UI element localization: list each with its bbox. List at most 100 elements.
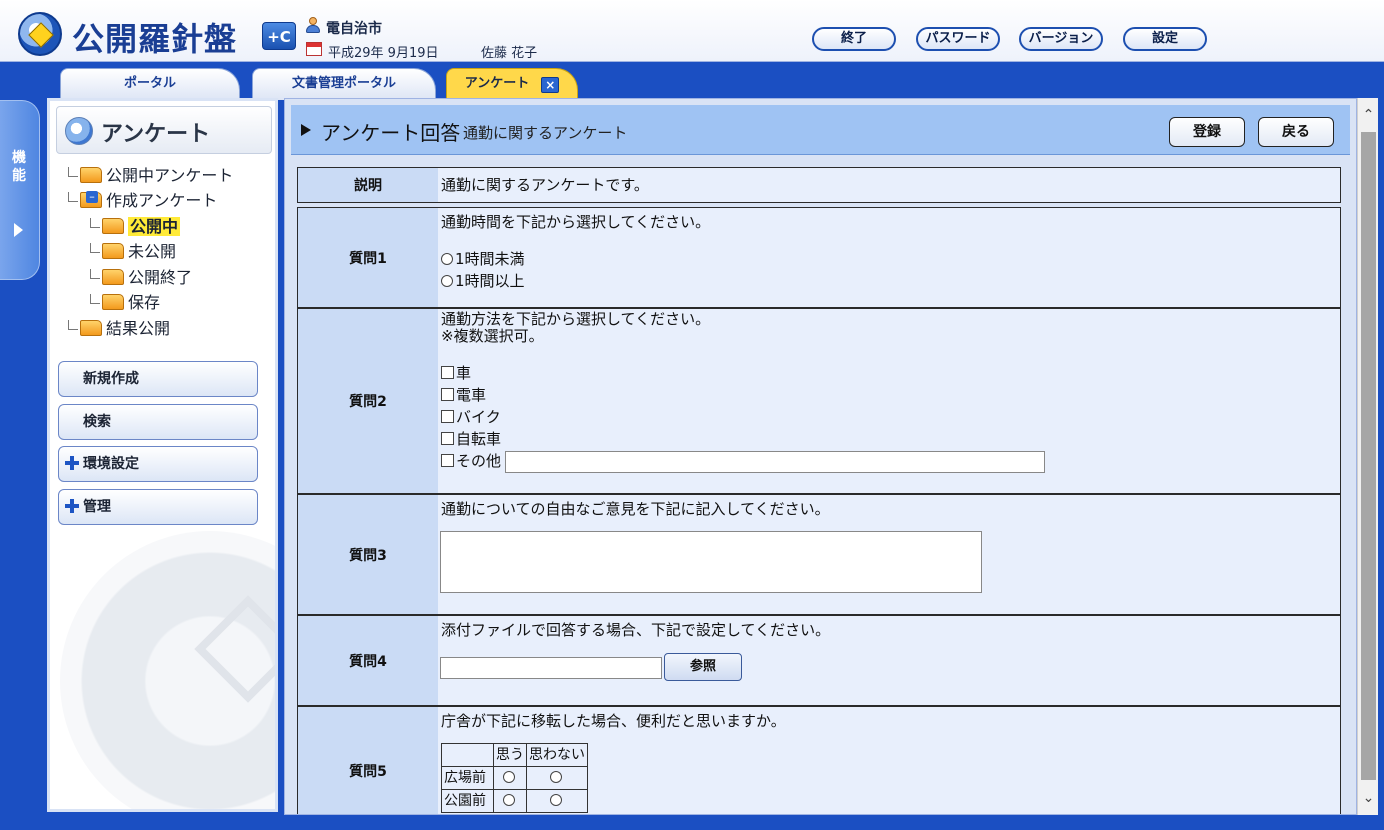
main-content: アンケート回答 通勤に関するアンケート 登録 戻る 説明 通勤に関するアンケート…: [284, 98, 1357, 815]
plus-icon: [65, 456, 79, 470]
tree-item-created-public[interactable]: 公開中: [90, 216, 181, 238]
question-5-row: 質問5 庁舎が下記に移転した場合、便利だと思いますか。 思う 思わない 広場前: [297, 706, 1341, 814]
compass-logo-icon: [18, 12, 62, 56]
triangle-right-icon: [301, 124, 311, 136]
radio-icon[interactable]: [441, 253, 453, 265]
q2-option-bike[interactable]: バイク: [441, 406, 1338, 428]
tab-portal[interactable]: ポータル: [60, 68, 240, 100]
q2-other-input[interactable]: [505, 451, 1045, 473]
q4-file-input[interactable]: [440, 657, 662, 679]
radio-icon[interactable]: [503, 794, 515, 806]
radio-icon[interactable]: [550, 771, 562, 783]
row-label: 質問5: [298, 707, 438, 814]
tree-item-ended[interactable]: 公開終了: [90, 267, 192, 289]
expand-arrow-icon: [14, 223, 23, 237]
q1-option-1[interactable]: 1時間未満: [441, 248, 1338, 270]
row-label: 質問3: [298, 495, 438, 614]
user-name: 佐藤 花子: [481, 46, 538, 61]
close-icon[interactable]: ×: [541, 77, 560, 93]
tab-bar: ポータル 文書管理ポータル アンケート ×: [0, 62, 1384, 100]
folder-icon: [102, 218, 124, 234]
radio-icon[interactable]: [503, 771, 515, 783]
checkbox-icon[interactable]: [441, 410, 454, 423]
sidebar-title: アンケート: [101, 122, 211, 147]
radio-icon[interactable]: [550, 794, 562, 806]
content-header: アンケート回答 通勤に関するアンケート 登録 戻る: [291, 105, 1350, 155]
q5-matrix-table: 思う 思わない 広場前 公園前: [441, 743, 588, 813]
q1-option-2[interactable]: 1時間以上: [441, 270, 1338, 292]
tree-item-results-public[interactable]: 結果公開: [68, 318, 170, 340]
logo-badge: +C: [262, 22, 296, 50]
row-header: 公園前: [441, 789, 494, 813]
question-text: 通勤についての自由なご意見を下記に記入してください。: [441, 500, 830, 518]
back-button[interactable]: 戻る: [1258, 117, 1334, 147]
tab-label: ポータル: [123, 76, 176, 91]
col-header: 思う: [493, 743, 527, 767]
q3-comment-textarea[interactable]: [440, 531, 982, 593]
tab-label: 文書管理ポータル: [291, 76, 396, 91]
question-4-row: 質問4 添付ファイルで回答する場合、下記で設定してください。 参照: [297, 615, 1341, 706]
page-title: アンケート回答: [321, 121, 461, 145]
compass-watermark: [60, 531, 275, 809]
checkbox-icon[interactable]: [441, 388, 454, 401]
description-text: 通勤に関するアンケートです。: [441, 176, 649, 194]
version-button[interactable]: バージョン: [1019, 27, 1103, 51]
folder-icon: [80, 320, 102, 336]
row-header: 広場前: [441, 766, 494, 790]
scroll-thumb[interactable]: [1361, 132, 1376, 780]
scroll-down-icon[interactable]: ⌄: [1358, 781, 1379, 815]
question-note: ※複数選択可。: [441, 327, 544, 345]
radio-icon[interactable]: [441, 275, 453, 287]
app-logo-text: 公開羅針盤: [72, 20, 238, 58]
page-subtitle: 通勤に関するアンケート: [463, 124, 628, 142]
register-button[interactable]: 登録: [1169, 117, 1245, 147]
org-name: 電自治市: [326, 21, 382, 37]
folder-icon: [102, 243, 124, 259]
env-settings-button[interactable]: 環境設定: [58, 446, 258, 482]
browse-button[interactable]: 参照: [664, 653, 742, 681]
folder-icon: [102, 294, 124, 310]
sidebar-title-box: アンケート: [56, 106, 272, 154]
q2-option-bicycle[interactable]: 自転車: [441, 428, 1338, 450]
row-label: 質問4: [298, 616, 438, 705]
calendar-icon: [306, 42, 322, 56]
q2-option-train[interactable]: 電車: [441, 384, 1338, 406]
question-1-row: 質問1 通勤時間を下記から選択してください。 1時間未満 1時間以上: [297, 207, 1341, 308]
function-label: 機能: [12, 150, 26, 184]
tree-item-saved[interactable]: 保存: [90, 292, 160, 314]
bottom-frame: [0, 815, 1384, 830]
col-header: 思わない: [526, 743, 588, 767]
new-survey-button[interactable]: 新規作成: [58, 361, 258, 397]
question-text: 庁舎が下記に移転した場合、便利だと思いますか。: [441, 712, 786, 730]
scroll-up-icon[interactable]: ⌃: [1358, 98, 1379, 132]
admin-button[interactable]: 管理: [58, 489, 258, 525]
row-label: 質問2: [298, 309, 438, 493]
row-label: 説明: [298, 168, 438, 202]
password-button[interactable]: パスワード: [916, 27, 1000, 51]
tab-document-portal[interactable]: 文書管理ポータル: [252, 68, 436, 100]
tab-survey[interactable]: アンケート ×: [446, 68, 578, 100]
exit-button[interactable]: 終了: [812, 27, 896, 51]
open-folder-icon: [80, 191, 102, 208]
description-row: 説明 通勤に関するアンケートです。: [297, 167, 1341, 203]
checkbox-icon[interactable]: [441, 454, 454, 467]
survey-icon: [65, 117, 93, 145]
search-button[interactable]: 検索: [58, 404, 258, 440]
tree-item-created-surveys[interactable]: 作成アンケート: [68, 190, 217, 212]
checkbox-icon[interactable]: [441, 432, 454, 445]
tree-item-unpublished[interactable]: 未公開: [90, 241, 176, 263]
folder-icon: [102, 269, 124, 285]
tree-item-public-surveys[interactable]: 公開中アンケート: [68, 165, 233, 187]
question-text: 通勤方法を下記から選択してください。: [441, 310, 711, 328]
left-sidebar: アンケート 公開中アンケート 作成アンケート 公開中 未公開 公開終了 保存 結…: [47, 98, 278, 812]
settings-button[interactable]: 設定: [1123, 27, 1207, 51]
question-text: 添付ファイルで回答する場合、下記で設定してください。: [441, 621, 831, 639]
row-label: 質問1: [298, 208, 438, 307]
question-text: 通勤時間を下記から選択してください。: [441, 213, 711, 231]
function-panel-toggle[interactable]: 機能: [0, 100, 40, 280]
checkbox-icon[interactable]: [441, 366, 454, 379]
question-3-row: 質問3 通勤についての自由なご意見を下記に記入してください。: [297, 494, 1341, 615]
vertical-scrollbar[interactable]: ⌃ ⌄: [1357, 98, 1378, 815]
current-date: 平成29年 9月19日: [328, 46, 439, 61]
q2-option-car[interactable]: 車: [441, 362, 1338, 384]
